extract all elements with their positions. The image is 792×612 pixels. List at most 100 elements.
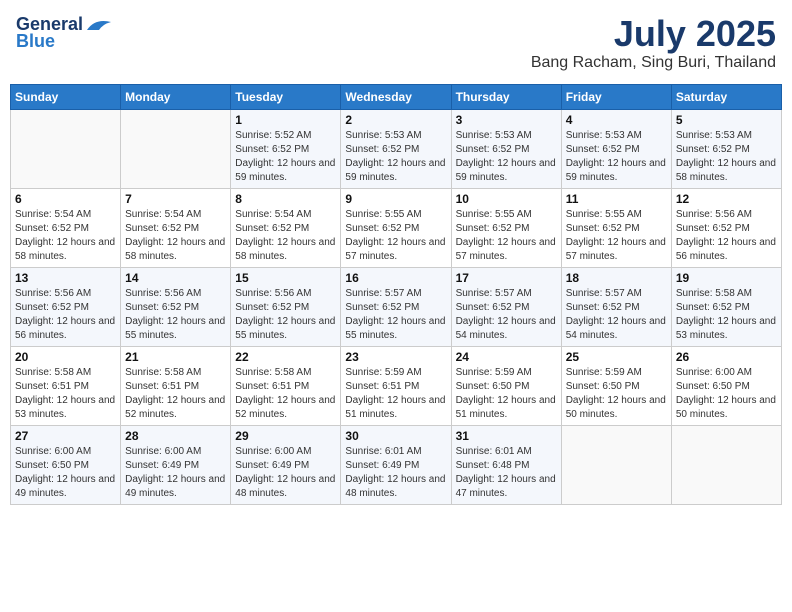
table-row: 24Sunrise: 5:59 AMSunset: 6:50 PMDayligh… bbox=[451, 346, 561, 425]
sunset-text: Sunset: 6:52 PM bbox=[235, 222, 336, 236]
day-info: Sunrise: 6:00 AMSunset: 6:49 PMDaylight:… bbox=[235, 445, 336, 501]
calendar-week-3: 13Sunrise: 5:56 AMSunset: 6:52 PMDayligh… bbox=[11, 267, 782, 346]
daylight-text: Daylight: 12 hours and 55 minutes. bbox=[345, 315, 446, 343]
table-row: 20Sunrise: 5:58 AMSunset: 6:51 PMDayligh… bbox=[11, 346, 121, 425]
sunset-text: Sunset: 6:48 PM bbox=[456, 459, 557, 473]
table-row: 16Sunrise: 5:57 AMSunset: 6:52 PMDayligh… bbox=[341, 267, 451, 346]
month-title: July 2025 bbox=[531, 14, 776, 54]
calendar-week-4: 20Sunrise: 5:58 AMSunset: 6:51 PMDayligh… bbox=[11, 346, 782, 425]
day-info: Sunrise: 5:59 AMSunset: 6:50 PMDaylight:… bbox=[566, 366, 667, 422]
table-row: 10Sunrise: 5:55 AMSunset: 6:52 PMDayligh… bbox=[451, 188, 561, 267]
sunset-text: Sunset: 6:52 PM bbox=[566, 301, 667, 315]
day-info: Sunrise: 5:55 AMSunset: 6:52 PMDaylight:… bbox=[345, 208, 446, 264]
daylight-text: Daylight: 12 hours and 53 minutes. bbox=[676, 315, 777, 343]
day-info: Sunrise: 5:58 AMSunset: 6:52 PMDaylight:… bbox=[676, 287, 777, 343]
sunrise-text: Sunrise: 5:57 AM bbox=[345, 287, 446, 301]
sunrise-text: Sunrise: 5:53 AM bbox=[676, 129, 777, 143]
day-number: 1 bbox=[235, 113, 336, 127]
sunrise-text: Sunrise: 5:53 AM bbox=[345, 129, 446, 143]
day-number: 19 bbox=[676, 271, 777, 285]
calendar-table: Sunday Monday Tuesday Wednesday Thursday… bbox=[10, 84, 782, 505]
table-row: 15Sunrise: 5:56 AMSunset: 6:52 PMDayligh… bbox=[231, 267, 341, 346]
daylight-text: Daylight: 12 hours and 57 minutes. bbox=[566, 236, 667, 264]
col-sunday: Sunday bbox=[11, 84, 121, 109]
sunset-text: Sunset: 6:52 PM bbox=[15, 301, 116, 315]
day-number: 4 bbox=[566, 113, 667, 127]
table-row: 11Sunrise: 5:55 AMSunset: 6:52 PMDayligh… bbox=[561, 188, 671, 267]
day-info: Sunrise: 5:53 AMSunset: 6:52 PMDaylight:… bbox=[566, 129, 667, 185]
sunrise-text: Sunrise: 5:53 AM bbox=[456, 129, 557, 143]
day-number: 22 bbox=[235, 350, 336, 364]
logo: General Blue bbox=[16, 14, 113, 52]
day-number: 15 bbox=[235, 271, 336, 285]
daylight-text: Daylight: 12 hours and 49 minutes. bbox=[125, 473, 226, 501]
day-number: 23 bbox=[345, 350, 446, 364]
sunset-text: Sunset: 6:52 PM bbox=[456, 301, 557, 315]
sunrise-text: Sunrise: 5:54 AM bbox=[235, 208, 336, 222]
day-number: 21 bbox=[125, 350, 226, 364]
sunset-text: Sunset: 6:51 PM bbox=[235, 380, 336, 394]
table-row: 19 Sunrise: 5:58 AMSunset: 6:52 PMDayligh… bbox=[671, 267, 781, 346]
day-number: 25 bbox=[566, 350, 667, 364]
daylight-text: Daylight: 12 hours and 54 minutes. bbox=[456, 315, 557, 343]
day-info: Sunrise: 5:54 AMSunset: 6:52 PMDaylight:… bbox=[125, 208, 226, 264]
sunset-text: Sunset: 6:52 PM bbox=[456, 222, 557, 236]
day-info: Sunrise: 6:01 AMSunset: 6:49 PMDaylight:… bbox=[345, 445, 446, 501]
day-number: 29 bbox=[235, 429, 336, 443]
sunrise-text: Sunrise: 5:58 AM bbox=[15, 366, 116, 380]
sunset-text: Sunset: 6:50 PM bbox=[456, 380, 557, 394]
day-number: 17 bbox=[456, 271, 557, 285]
sunrise-text: Sunrise: 6:00 AM bbox=[676, 366, 777, 380]
col-saturday: Saturday bbox=[671, 84, 781, 109]
day-number: 20 bbox=[15, 350, 116, 364]
daylight-text: Daylight: 12 hours and 47 minutes. bbox=[456, 473, 557, 501]
sunset-text: Sunset: 6:50 PM bbox=[566, 380, 667, 394]
day-number: 26 bbox=[676, 350, 777, 364]
daylight-text: Daylight: 12 hours and 52 minutes. bbox=[125, 394, 226, 422]
sunset-text: Sunset: 6:52 PM bbox=[235, 143, 336, 157]
table-row: 31Sunrise: 6:01 AMSunset: 6:48 PMDayligh… bbox=[451, 425, 561, 504]
daylight-text: Daylight: 12 hours and 58 minutes. bbox=[125, 236, 226, 264]
page-header: General Blue July 2025 Bang Racham, Sing… bbox=[10, 10, 782, 76]
table-row: 29 Sunrise: 6:00 AMSunset: 6:49 PMDayligh… bbox=[231, 425, 341, 504]
table-row: 3Sunrise: 5:53 AMSunset: 6:52 PMDaylight… bbox=[451, 109, 561, 188]
sunrise-text: Sunrise: 6:00 AM bbox=[15, 445, 116, 459]
day-info: Sunrise: 5:59 AMSunset: 6:51 PMDaylight:… bbox=[345, 366, 446, 422]
daylight-text: Daylight: 12 hours and 48 minutes. bbox=[345, 473, 446, 501]
table-row: 30Sunrise: 6:01 AMSunset: 6:49 PMDayligh… bbox=[341, 425, 451, 504]
sunset-text: Sunset: 6:49 PM bbox=[345, 459, 446, 473]
day-number: 13 bbox=[15, 271, 116, 285]
title-section: July 2025 Bang Racham, Sing Buri, Thaila… bbox=[531, 14, 776, 72]
daylight-text: Daylight: 12 hours and 51 minutes. bbox=[456, 394, 557, 422]
table-row: 25 Sunrise: 5:59 AMSunset: 6:50 PMDayligh… bbox=[561, 346, 671, 425]
table-row: 26Sunrise: 6:00 AMSunset: 6:50 PMDayligh… bbox=[671, 346, 781, 425]
day-number: 18 bbox=[566, 271, 667, 285]
sunset-text: Sunset: 6:51 PM bbox=[15, 380, 116, 394]
sunrise-text: Sunrise: 6:00 AM bbox=[125, 445, 226, 459]
sunset-text: Sunset: 6:52 PM bbox=[456, 143, 557, 157]
day-info: Sunrise: 5:52 AMSunset: 6:52 PMDaylight:… bbox=[235, 129, 336, 185]
day-info: Sunrise: 6:00 AMSunset: 6:50 PMDaylight:… bbox=[15, 445, 116, 501]
sunset-text: Sunset: 6:52 PM bbox=[566, 143, 667, 157]
sunrise-text: Sunrise: 5:59 AM bbox=[456, 366, 557, 380]
table-row: 2Sunrise: 5:53 AMSunset: 6:52 PMDaylight… bbox=[341, 109, 451, 188]
day-info: Sunrise: 5:56 AMSunset: 6:52 PMDaylight:… bbox=[676, 208, 777, 264]
day-info: Sunrise: 5:53 AMSunset: 6:52 PMDaylight:… bbox=[676, 129, 777, 185]
sunset-text: Sunset: 6:50 PM bbox=[676, 380, 777, 394]
daylight-text: Daylight: 12 hours and 57 minutes. bbox=[345, 236, 446, 264]
table-row: 17Sunrise: 5:57 AMSunset: 6:52 PMDayligh… bbox=[451, 267, 561, 346]
sunrise-text: Sunrise: 5:55 AM bbox=[456, 208, 557, 222]
day-number: 9 bbox=[345, 192, 446, 206]
calendar-header-row: Sunday Monday Tuesday Wednesday Thursday… bbox=[11, 84, 782, 109]
day-number: 2 bbox=[345, 113, 446, 127]
sunrise-text: Sunrise: 5:56 AM bbox=[235, 287, 336, 301]
sunrise-text: Sunrise: 5:55 AM bbox=[566, 208, 667, 222]
day-info: Sunrise: 5:57 AMSunset: 6:52 PMDaylight:… bbox=[345, 287, 446, 343]
day-number: 12 bbox=[676, 192, 777, 206]
sunset-text: Sunset: 6:52 PM bbox=[125, 301, 226, 315]
sunset-text: Sunset: 6:49 PM bbox=[125, 459, 226, 473]
sunset-text: Sunset: 6:52 PM bbox=[345, 222, 446, 236]
sunrise-text: Sunrise: 5:52 AM bbox=[235, 129, 336, 143]
daylight-text: Daylight: 12 hours and 49 minutes. bbox=[15, 473, 116, 501]
day-number: 28 bbox=[125, 429, 226, 443]
